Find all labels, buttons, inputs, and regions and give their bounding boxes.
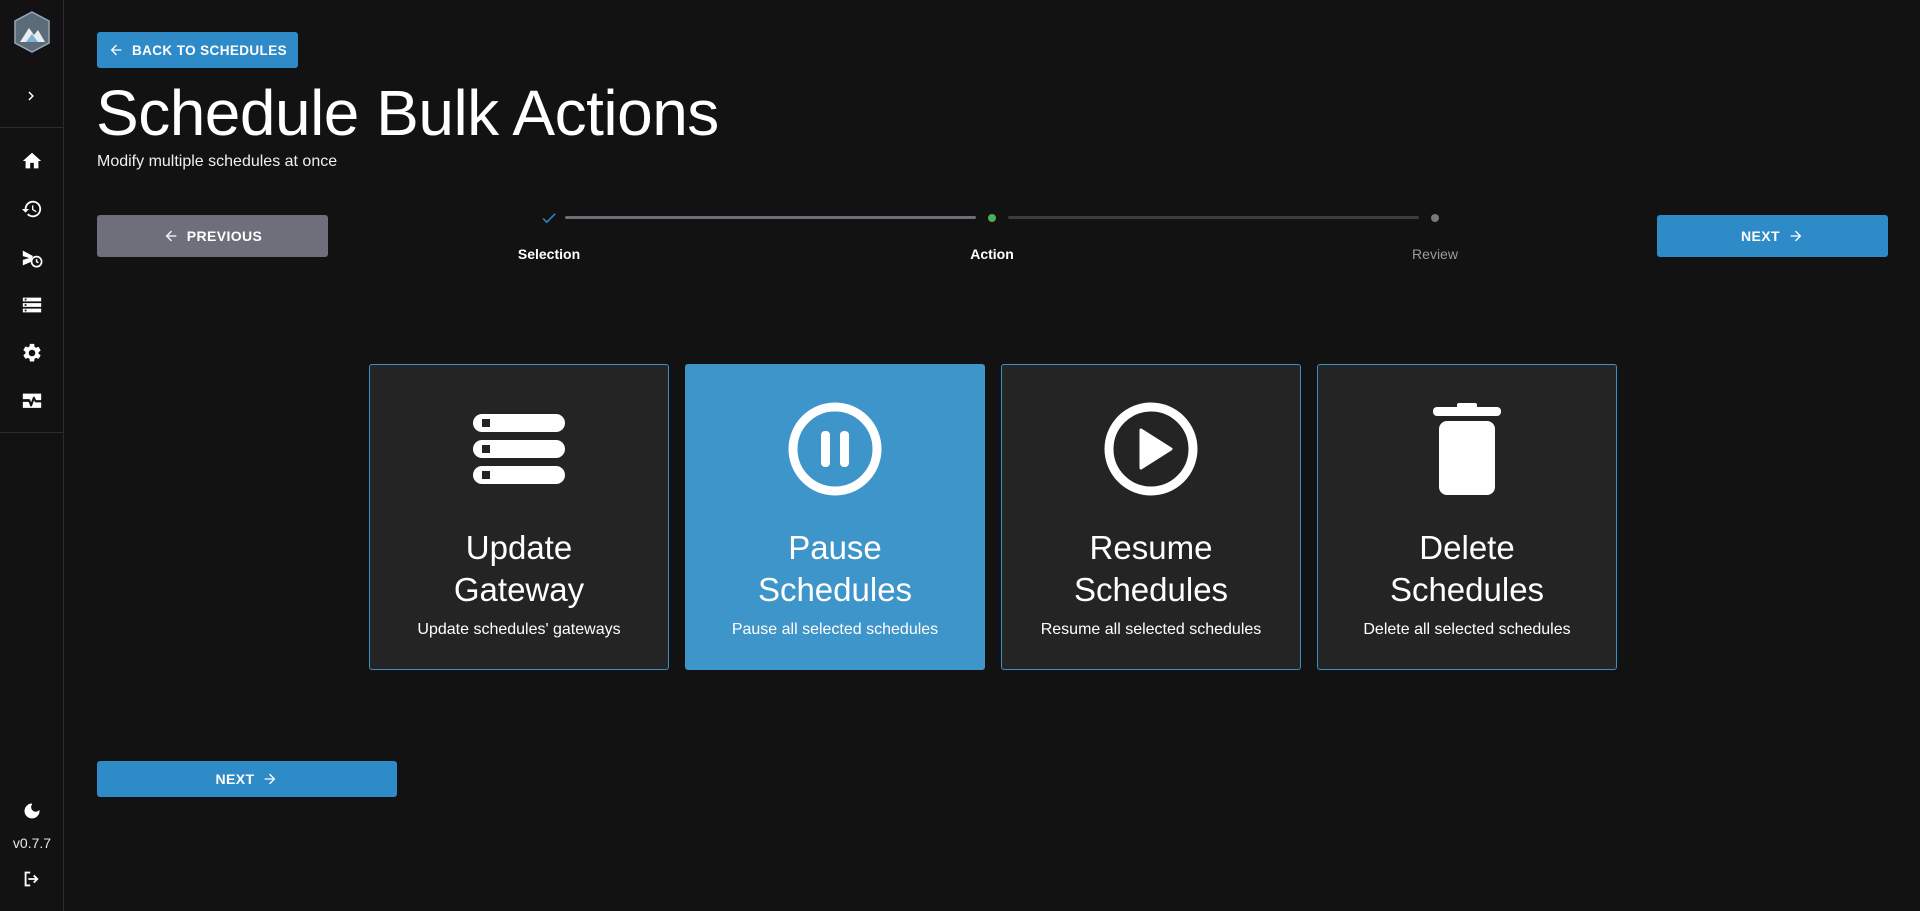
action-card-update-gateway[interactable]: Update Gateway Update schedules' gateway… <box>369 364 669 670</box>
step-active-dot <box>988 214 996 222</box>
sidebar-item-home[interactable] <box>20 149 44 173</box>
back-to-schedules-button[interactable]: BACK TO SCHEDULES <box>97 32 298 68</box>
moon-icon <box>24 803 40 819</box>
action-card-delete-schedules[interactable]: Delete Schedules Delete all selected sch… <box>1317 364 1617 670</box>
app-logo[interactable] <box>12 10 52 54</box>
step-action-label[interactable]: Action <box>912 246 1072 262</box>
step-review-label[interactable]: Review <box>1355 246 1515 262</box>
sidebar-item-schedules[interactable] <box>20 246 44 270</box>
previous-button[interactable]: PREVIOUS <box>97 215 328 257</box>
app-version: v0.7.7 <box>12 835 52 851</box>
monitor-heart-icon <box>22 393 42 408</box>
bottom-next-label: NEXT <box>215 771 255 787</box>
action-card-resume-schedules[interactable]: Resume Schedules Resume all selected sch… <box>1001 364 1301 670</box>
sidebar-item-monitoring[interactable] <box>20 389 44 413</box>
play-circle-icon <box>1103 401 1199 497</box>
sidebar-item-gateways[interactable] <box>20 293 44 317</box>
card-description: Resume all selected schedules <box>1040 621 1262 638</box>
sidebar-item-history[interactable] <box>20 197 44 221</box>
chevron-right-icon <box>28 91 34 101</box>
history-icon <box>21 200 42 218</box>
trash-icon <box>1419 401 1515 497</box>
card-title: Resume Schedules <box>1073 529 1229 608</box>
arrow-right-icon <box>265 773 276 785</box>
card-title: Pause Schedules <box>757 529 913 608</box>
arrow-left-icon <box>165 230 177 242</box>
card-title: Update Gateway <box>453 529 585 608</box>
logout-icon <box>24 871 39 887</box>
card-description: Delete all selected schedules <box>1363 621 1571 638</box>
storage-icon <box>22 297 42 313</box>
step-connector-pending <box>1008 216 1419 219</box>
sidebar-item-settings[interactable] <box>20 341 44 365</box>
schedule-send-icon <box>22 250 43 268</box>
step-selection-label[interactable]: Selection <box>469 246 629 262</box>
sidebar-divider <box>0 127 64 128</box>
sidebar: v0.7.7 <box>0 0 64 911</box>
action-card-pause-schedules[interactable]: Pause Schedules Pause all selected sched… <box>685 364 985 670</box>
theme-toggle-button[interactable] <box>20 799 44 823</box>
pause-circle-icon <box>787 401 883 497</box>
card-description: Pause all selected schedules <box>731 621 939 638</box>
next-button[interactable]: NEXT <box>1657 215 1888 257</box>
bottom-next-button[interactable]: NEXT <box>97 761 397 797</box>
storage-icon <box>471 401 567 497</box>
arrow-right-icon <box>1790 230 1802 242</box>
home-icon <box>22 152 42 169</box>
next-label: NEXT <box>1741 228 1780 244</box>
gear-icon <box>23 343 41 362</box>
card-description: Update schedules' gateways <box>417 621 621 638</box>
check-icon <box>542 213 556 224</box>
back-to-schedules-label: BACK TO SCHEDULES <box>131 42 288 58</box>
logout-button[interactable] <box>20 867 44 891</box>
step-pending-dot <box>1431 214 1439 222</box>
card-title: Delete Schedules <box>1389 529 1545 608</box>
expand-sidebar-button[interactable] <box>18 82 46 110</box>
arrow-left-icon <box>110 44 122 56</box>
step-connector-completed <box>565 216 976 219</box>
previous-label: PREVIOUS <box>186 228 263 244</box>
sidebar-divider <box>0 432 64 433</box>
page-subtitle: Modify multiple schedules at once <box>97 153 338 170</box>
page-title: Schedule Bulk Actions <box>96 77 719 149</box>
